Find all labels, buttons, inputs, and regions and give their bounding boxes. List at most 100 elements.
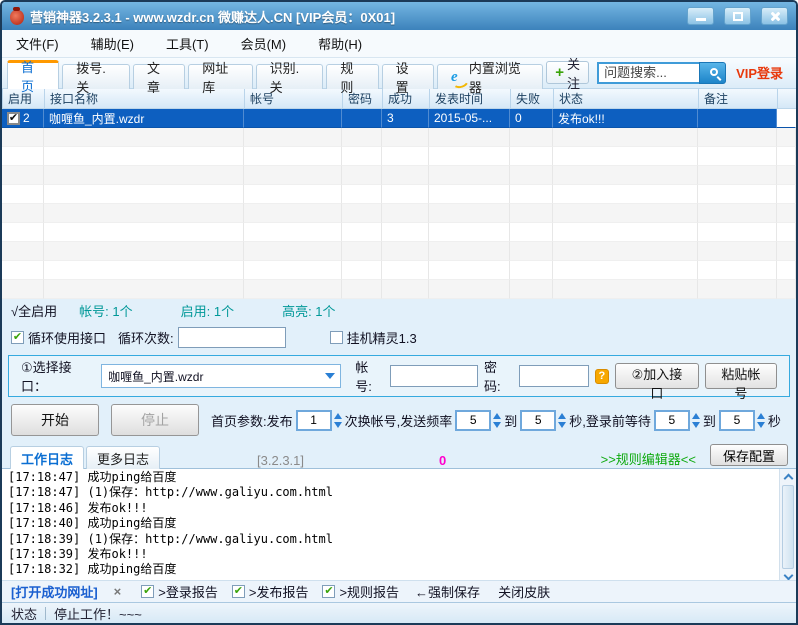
- rule-report-checkbox[interactable]: >规则报告: [322, 582, 399, 601]
- table-row[interactable]: [2, 280, 796, 299]
- hang-genie-checkbox[interactable]: 挂机精灵1.3: [329, 328, 417, 347]
- col-status[interactable]: 状态: [553, 89, 698, 108]
- password-input[interactable]: [518, 365, 589, 387]
- table-row[interactable]: [2, 166, 796, 185]
- interface-dropdown[interactable]: 咖喱鱼_内置.wzdr: [101, 364, 342, 388]
- publish-report-checkbox[interactable]: >发布报告: [231, 582, 308, 601]
- tab-home[interactable]: 首页: [7, 60, 60, 94]
- tab-urllib[interactable]: 网址库: [188, 61, 253, 95]
- table-row[interactable]: [2, 128, 796, 147]
- tab-recognize[interactable]: 识别.关: [255, 61, 324, 95]
- table-row[interactable]: [2, 223, 796, 242]
- menu-item-help[interactable]: 帮助(H): [318, 34, 362, 53]
- minimize-icon: [695, 17, 706, 21]
- maximize-button[interactable]: [724, 7, 751, 25]
- tab-more-log[interactable]: 更多日志: [86, 446, 161, 469]
- table-cell: [382, 242, 429, 261]
- menu-item-assist[interactable]: 辅助(E): [91, 34, 134, 53]
- table-row[interactable]: [2, 242, 796, 261]
- accounts-count: 帐号: 1个: [79, 304, 133, 319]
- arrow-up-icon: [333, 412, 342, 419]
- table-cell: [2, 242, 44, 261]
- clear-x-button[interactable]: ×: [114, 584, 122, 599]
- loop-interface-checkbox[interactable]: 循环使用接口: [11, 328, 106, 347]
- table-cell: [553, 280, 698, 299]
- search-button[interactable]: [699, 61, 727, 84]
- tab-settings[interactable]: 设置: [381, 61, 434, 95]
- follow-button[interactable]: + 关注: [546, 57, 590, 91]
- col-remark[interactable]: 备注: [698, 89, 777, 108]
- tab-work-log[interactable]: 工作日志: [10, 446, 85, 469]
- freq-to-input[interactable]: [520, 409, 557, 431]
- freq-from-input[interactable]: [455, 409, 492, 431]
- paste-account-button[interactable]: 粘贴帐号: [704, 363, 777, 401]
- table-row[interactable]: [2, 147, 796, 166]
- wait-to-input[interactable]: [718, 409, 755, 431]
- scroll-down-button[interactable]: [780, 569, 796, 580]
- table-cell: [342, 166, 382, 185]
- table-cell: [510, 223, 553, 242]
- tab-rules[interactable]: 规则: [326, 61, 379, 95]
- table-row[interactable]: [2, 204, 796, 223]
- close-button[interactable]: [761, 7, 788, 25]
- table-row[interactable]: [2, 185, 796, 204]
- table-cell: [382, 204, 429, 223]
- rule-editor-link[interactable]: >>规则编辑器<<: [601, 449, 696, 468]
- start-button[interactable]: 开始: [11, 404, 99, 436]
- bottom-toolbar: [打开成功网址] × >登录报告 >发布报告 >规则报告 ←强制保存 关闭皮肤: [2, 580, 796, 602]
- login-report-checkbox[interactable]: >登录报告: [141, 582, 218, 601]
- loop-interface-label: 循环使用接口: [28, 330, 107, 346]
- stepper-arrows[interactable]: [493, 412, 502, 428]
- row-enable-checkbox[interactable]: [7, 111, 20, 125]
- log-scrollbar[interactable]: [779, 469, 796, 580]
- tab-dialup[interactable]: 拨号.关: [62, 61, 131, 95]
- search-input[interactable]: [597, 61, 700, 84]
- force-save-button[interactable]: ←强制保存: [415, 582, 480, 601]
- menu-item-tools[interactable]: 工具(T): [166, 34, 209, 53]
- wait-from-input[interactable]: [653, 409, 690, 431]
- menu-item-member[interactable]: 会员(M): [241, 34, 287, 53]
- table-cell: [382, 128, 429, 147]
- stop-button[interactable]: 停止: [111, 404, 199, 436]
- menu-item-file[interactable]: 文件(F): [16, 34, 59, 53]
- minimize-button[interactable]: [687, 7, 714, 25]
- close-skin-button[interactable]: 关闭皮肤: [498, 582, 550, 601]
- stepper-arrows[interactable]: [691, 412, 700, 428]
- toggle-all-enable[interactable]: √全启用: [11, 301, 57, 320]
- tab-article[interactable]: 文章: [133, 61, 186, 95]
- stepper-arrows[interactable]: [333, 412, 342, 428]
- stepper-arrows[interactable]: [558, 412, 567, 428]
- open-success-urls-link[interactable]: [打开成功网址]: [11, 582, 98, 601]
- loop-count-input[interactable]: [177, 326, 286, 348]
- table-cell: [44, 204, 244, 223]
- table-cell: [244, 166, 342, 185]
- arrow-down-icon: [558, 421, 567, 428]
- stepper-arrows[interactable]: [756, 412, 765, 428]
- table-cell: [244, 242, 342, 261]
- publish-count-input[interactable]: [295, 409, 332, 431]
- add-interface-button[interactable]: ②加入接口: [615, 363, 699, 401]
- vip-login-link[interactable]: VIP登录: [736, 63, 783, 82]
- table-row-selected[interactable]: 2 咖喱鱼_内置.wzdr 3 2015-05-... 0 发布ok!!!: [2, 109, 796, 128]
- tab-strip: 首页 拨号.关 文章 网址库 识别.关 规则 设置 e 内置浏览器 + 关注 V…: [2, 57, 796, 95]
- freq-from-stepper: [455, 409, 502, 431]
- table-cell: [429, 166, 510, 185]
- table-cell: [342, 204, 382, 223]
- tab-label: 网址库: [202, 61, 229, 95]
- table-cell: [698, 185, 777, 204]
- interface-dropdown-value: 咖喱鱼_内置.wzdr: [108, 369, 204, 384]
- save-config-button[interactable]: 保存配置: [709, 444, 788, 466]
- table-cell: [44, 166, 244, 185]
- table-cell: [429, 204, 510, 223]
- scrollbar-thumb[interactable]: [782, 485, 794, 569]
- table-row[interactable]: [2, 261, 796, 280]
- status-bar: 状态 停止工作！~~~: [2, 602, 796, 623]
- help-icon[interactable]: ?: [594, 368, 610, 384]
- tab-browser[interactable]: e 内置浏览器: [436, 61, 544, 95]
- log-lines: [17:18:47] 成功ping给百度 [17:18:47] (1)保存：ht…: [2, 469, 779, 580]
- chevron-down-icon: [325, 373, 336, 379]
- table-cell: [429, 280, 510, 299]
- table-cell: [698, 261, 777, 280]
- scroll-up-button[interactable]: [780, 469, 796, 485]
- account-input[interactable]: [389, 365, 478, 387]
